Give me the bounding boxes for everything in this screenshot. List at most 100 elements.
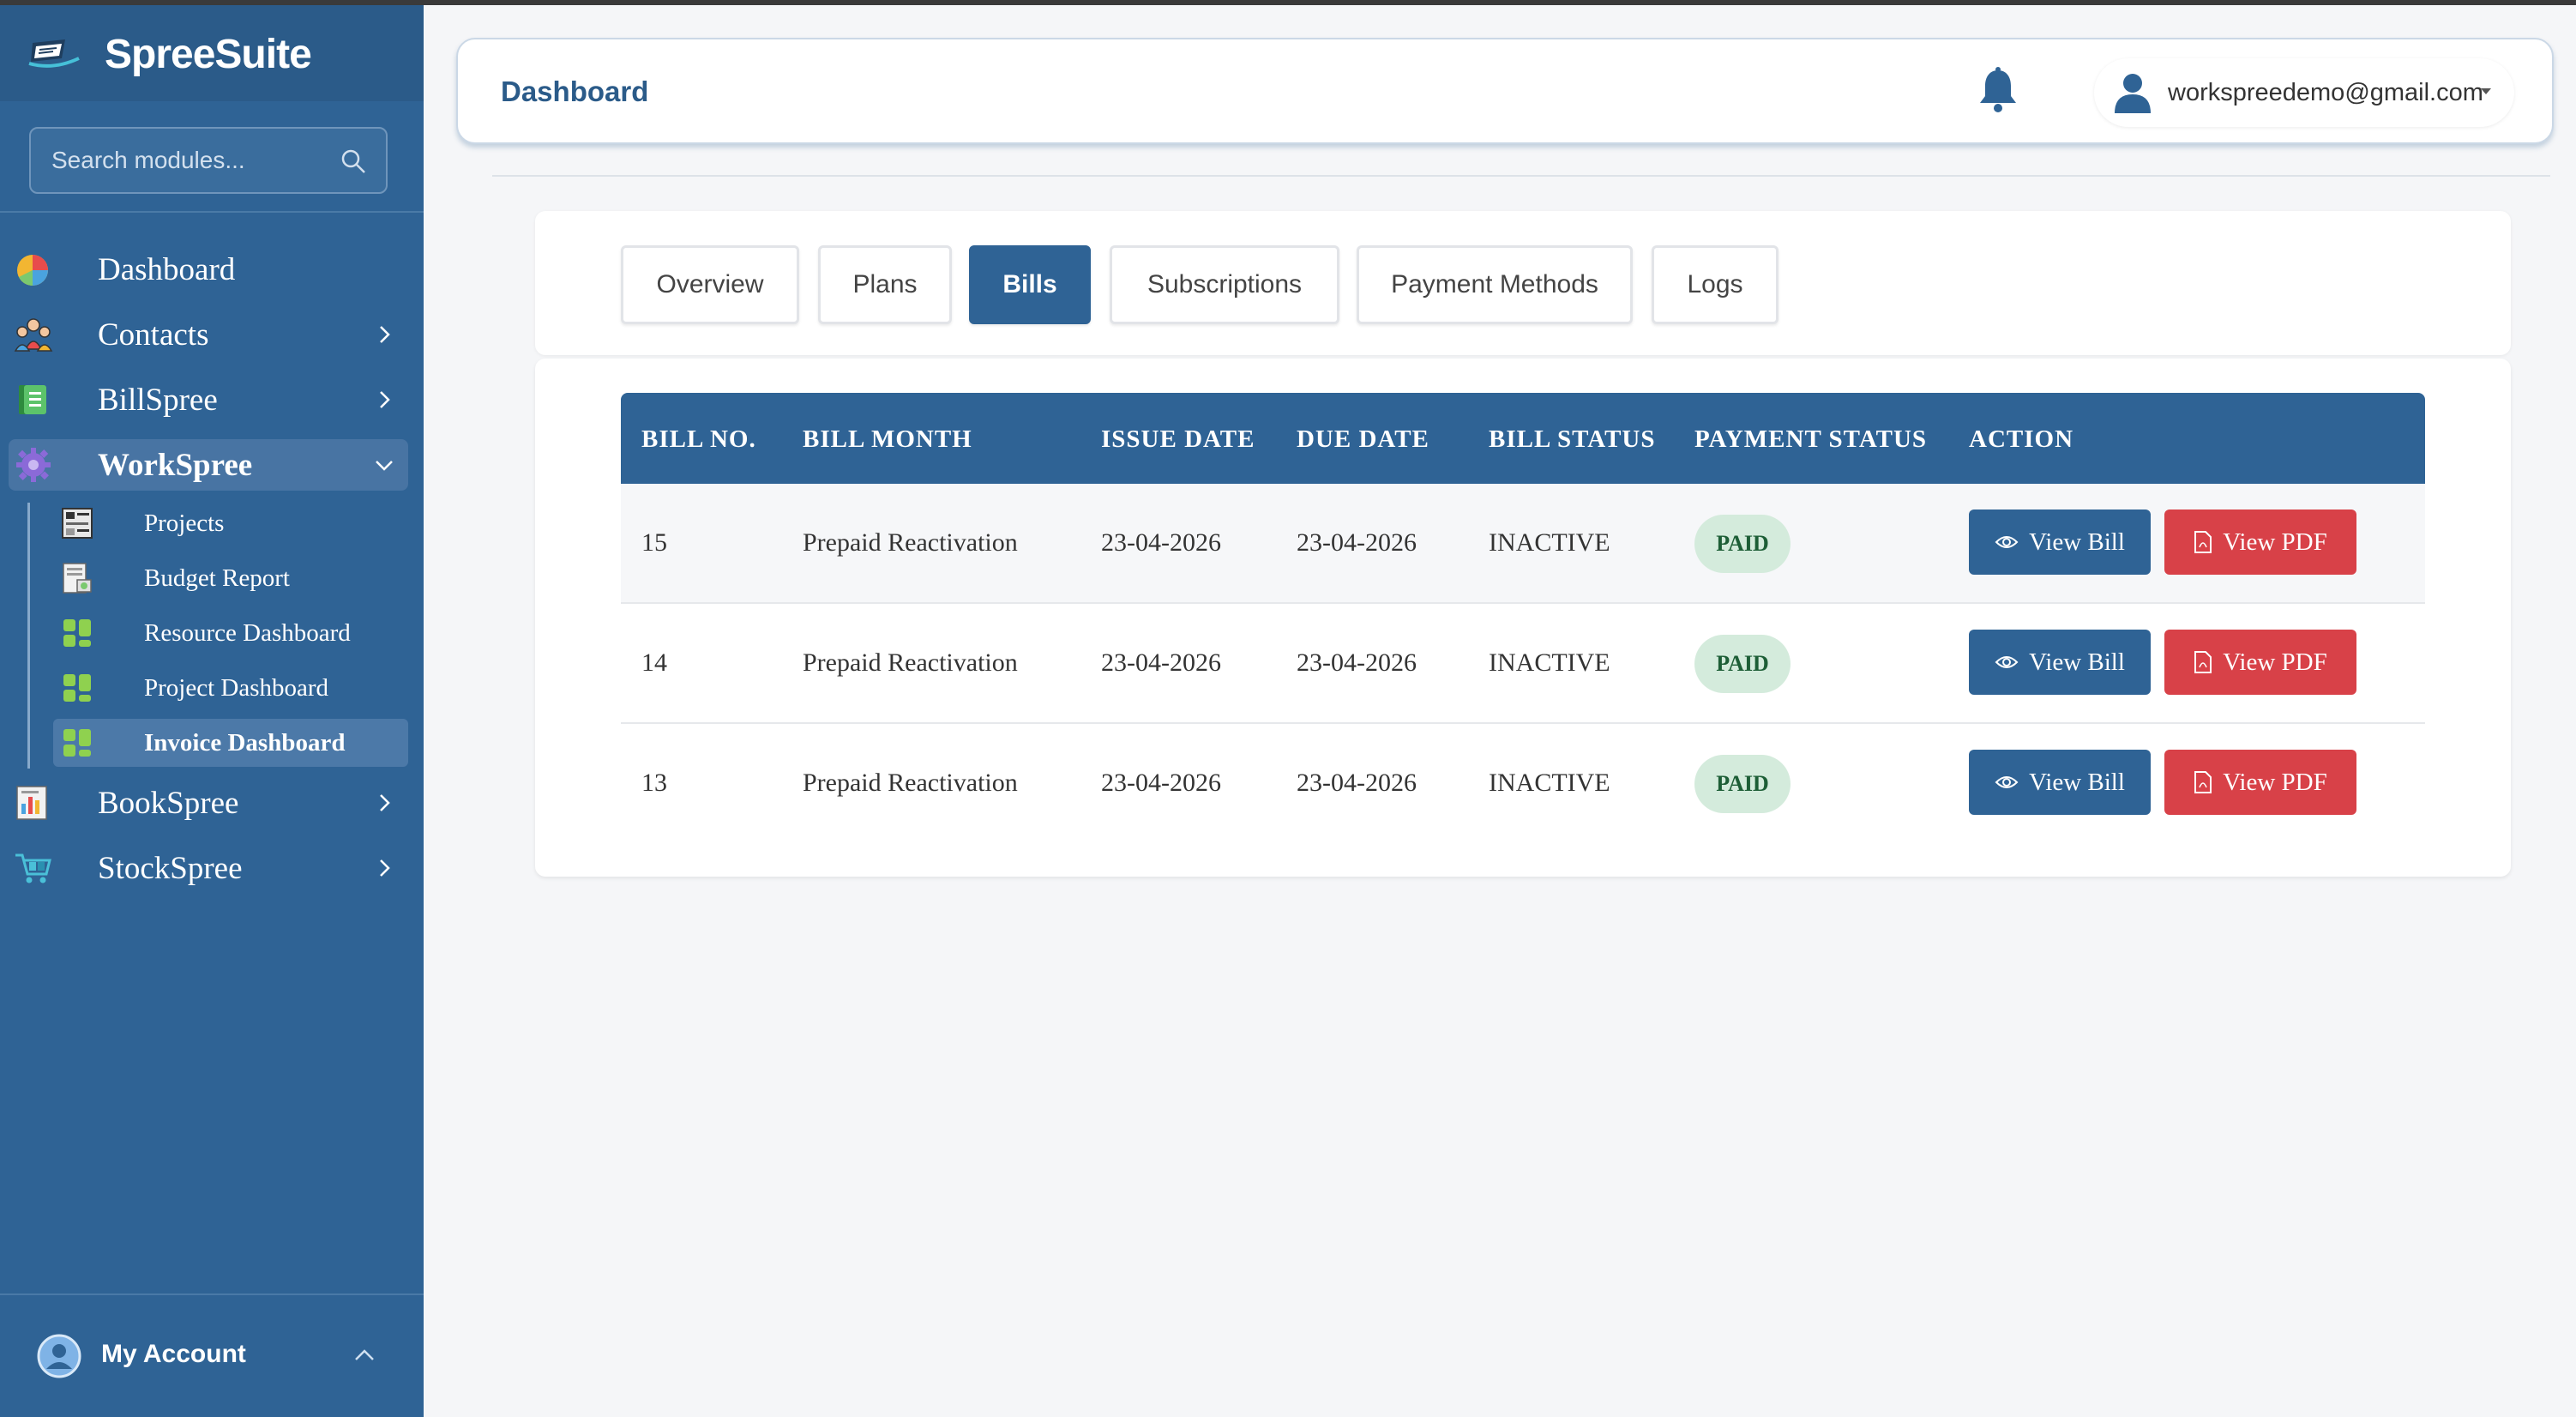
eye-icon bbox=[1995, 776, 2019, 788]
chevron-down-icon bbox=[376, 461, 393, 471]
cell-bill-no: 13 bbox=[641, 769, 667, 797]
sidebar-subitem-label: Budget Report bbox=[144, 564, 290, 592]
header-divider bbox=[492, 175, 2550, 177]
sidebar-item-dashboard[interactable]: Dashboard bbox=[9, 244, 408, 295]
column-header: BILL STATUS bbox=[1489, 425, 1656, 453]
sidebar-subitem-project-dashboard[interactable]: Project Dashboard bbox=[53, 664, 408, 712]
view-bill-button[interactable]: View Bill bbox=[1969, 630, 2151, 695]
chevron-right-icon bbox=[380, 794, 390, 811]
grid-dashboard-icon bbox=[63, 619, 91, 647]
brand[interactable]: SpreeSuite bbox=[0, 5, 424, 101]
cell-bill-status: INACTIVE bbox=[1489, 769, 1610, 797]
payment-status-badge: PAID bbox=[1694, 515, 1791, 573]
my-account-menu[interactable]: My Account bbox=[0, 1295, 424, 1417]
search-box[interactable] bbox=[29, 127, 388, 194]
cell-issue-date: 23-04-2026 bbox=[1101, 528, 1221, 557]
cell-bill-status: INACTIVE bbox=[1489, 528, 1610, 557]
sidebar-item-label: BookSpree bbox=[98, 785, 239, 821]
cell-bill-status: INACTIVE bbox=[1489, 648, 1610, 677]
user-menu[interactable]: workspreedemo@gmail.com bbox=[2094, 58, 2514, 127]
sidebar-item-bookspree[interactable]: BookSpree bbox=[9, 777, 408, 829]
sidebar-item-billspree[interactable]: BillSpree bbox=[9, 374, 408, 425]
gear-icon bbox=[16, 448, 51, 482]
column-header: ACTION bbox=[1969, 425, 2074, 453]
tab-subscriptions[interactable]: Subscriptions bbox=[1110, 245, 1339, 324]
page-title: Dashboard bbox=[501, 75, 649, 107]
sidebar-item-workspree[interactable]: WorkSpree bbox=[9, 439, 408, 491]
sidebar-subitem-invoice-dashboard[interactable]: Invoice Dashboard bbox=[53, 719, 408, 767]
cell-bill-month: Prepaid Reactivation bbox=[803, 648, 1018, 677]
brand-name: SpreeSuite bbox=[105, 32, 312, 77]
cell-bill-no: 14 bbox=[641, 648, 667, 677]
view-bill-label: View Bill bbox=[2029, 528, 2125, 556]
view-pdf-button[interactable]: View PDF bbox=[2164, 510, 2356, 575]
brand-logo-icon bbox=[28, 39, 80, 68]
view-pdf-label: View PDF bbox=[2223, 648, 2327, 676]
tab-plans[interactable]: Plans bbox=[818, 245, 952, 324]
sidebar-subitem-label: Invoice Dashboard bbox=[144, 728, 346, 757]
projects-board-icon bbox=[62, 508, 93, 539]
notification-bell-icon[interactable] bbox=[1972, 65, 2024, 117]
tab-payment-methods[interactable]: Payment Methods bbox=[1357, 245, 1633, 324]
cell-issue-date: 23-04-2026 bbox=[1101, 648, 1221, 677]
view-bill-button[interactable]: View Bill bbox=[1969, 510, 2151, 575]
budget-report-icon bbox=[63, 563, 92, 594]
user-avatar-icon bbox=[37, 1334, 81, 1378]
sidebar-subitem-label: Project Dashboard bbox=[144, 673, 329, 702]
grid-dashboard-icon bbox=[63, 674, 91, 702]
cell-bill-month: Prepaid Reactivation bbox=[803, 528, 1018, 557]
eye-icon bbox=[1995, 536, 2019, 548]
view-pdf-label: View PDF bbox=[2223, 528, 2327, 556]
pdf-file-icon bbox=[2194, 531, 2212, 553]
document-icon bbox=[19, 385, 46, 414]
cell-bill-month: Prepaid Reactivation bbox=[803, 769, 1018, 797]
cell-due-date: 23-04-2026 bbox=[1297, 528, 1417, 557]
caret-down-icon bbox=[2481, 88, 2491, 94]
search-icon[interactable] bbox=[340, 148, 367, 175]
payment-status-badge: PAID bbox=[1694, 635, 1791, 693]
my-account-label: My Account bbox=[101, 1340, 246, 1368]
sidebar-item-contacts[interactable]: Contacts bbox=[9, 309, 408, 360]
cell-due-date: 23-04-2026 bbox=[1297, 769, 1417, 797]
table-row: 13 Prepaid Reactivation 23-04-2026 23-04… bbox=[621, 724, 2425, 844]
view-pdf-label: View PDF bbox=[2223, 768, 2327, 796]
search-input[interactable] bbox=[51, 147, 334, 174]
people-icon bbox=[14, 318, 53, 352]
view-bill-button[interactable]: View Bill bbox=[1969, 750, 2151, 815]
view-pdf-button[interactable]: View PDF bbox=[2164, 630, 2356, 695]
eye-icon bbox=[1995, 656, 2019, 668]
pdf-file-icon bbox=[2194, 651, 2212, 673]
cart-icon bbox=[15, 853, 51, 883]
table-header: BILL NO. BILL MONTH ISSUE DATE DUE DATE … bbox=[621, 393, 2425, 484]
chevron-right-icon bbox=[380, 326, 390, 343]
cell-bill-no: 15 bbox=[641, 528, 667, 557]
tabs-card: Overview Plans Bills Subscriptions Payme… bbox=[535, 211, 2511, 355]
cell-issue-date: 23-04-2026 bbox=[1101, 769, 1221, 797]
sidebar-subitem-resource-dashboard[interactable]: Resource Dashboard bbox=[53, 609, 408, 657]
sidebar: SpreeSuite Dashboard Contacts bbox=[0, 5, 424, 1417]
sidebar-subitem-projects[interactable]: Projects bbox=[53, 499, 408, 547]
view-pdf-button[interactable]: View PDF bbox=[2164, 750, 2356, 815]
user-email: workspreedemo@gmail.com bbox=[2168, 79, 2483, 106]
view-bill-label: View Bill bbox=[2029, 648, 2125, 676]
chevron-right-icon bbox=[380, 859, 390, 877]
sidebar-divider bbox=[0, 211, 424, 213]
cell-due-date: 23-04-2026 bbox=[1297, 648, 1417, 677]
column-header: DUE DATE bbox=[1297, 425, 1429, 453]
report-icon bbox=[16, 786, 47, 820]
sidebar-item-label: BillSpree bbox=[98, 382, 218, 418]
tab-bills[interactable]: Bills bbox=[969, 245, 1091, 324]
sidebar-subitem-budget-report[interactable]: Budget Report bbox=[53, 554, 408, 602]
table-row: 15 Prepaid Reactivation 23-04-2026 23-04… bbox=[621, 484, 2425, 604]
pdf-file-icon bbox=[2194, 771, 2212, 793]
column-header: PAYMENT STATUS bbox=[1694, 425, 1928, 453]
view-bill-label: View Bill bbox=[2029, 768, 2125, 796]
sidebar-item-label: StockSpree bbox=[98, 850, 243, 886]
submenu-guide-line bbox=[27, 503, 30, 769]
column-header: BILL MONTH bbox=[803, 425, 972, 453]
tab-logs[interactable]: Logs bbox=[1652, 245, 1779, 324]
tab-overview[interactable]: Overview bbox=[621, 245, 799, 324]
sidebar-item-stockspree[interactable]: StockSpree bbox=[9, 842, 408, 894]
pie-chart-icon bbox=[17, 255, 48, 286]
sidebar-subitem-label: Projects bbox=[144, 509, 225, 537]
